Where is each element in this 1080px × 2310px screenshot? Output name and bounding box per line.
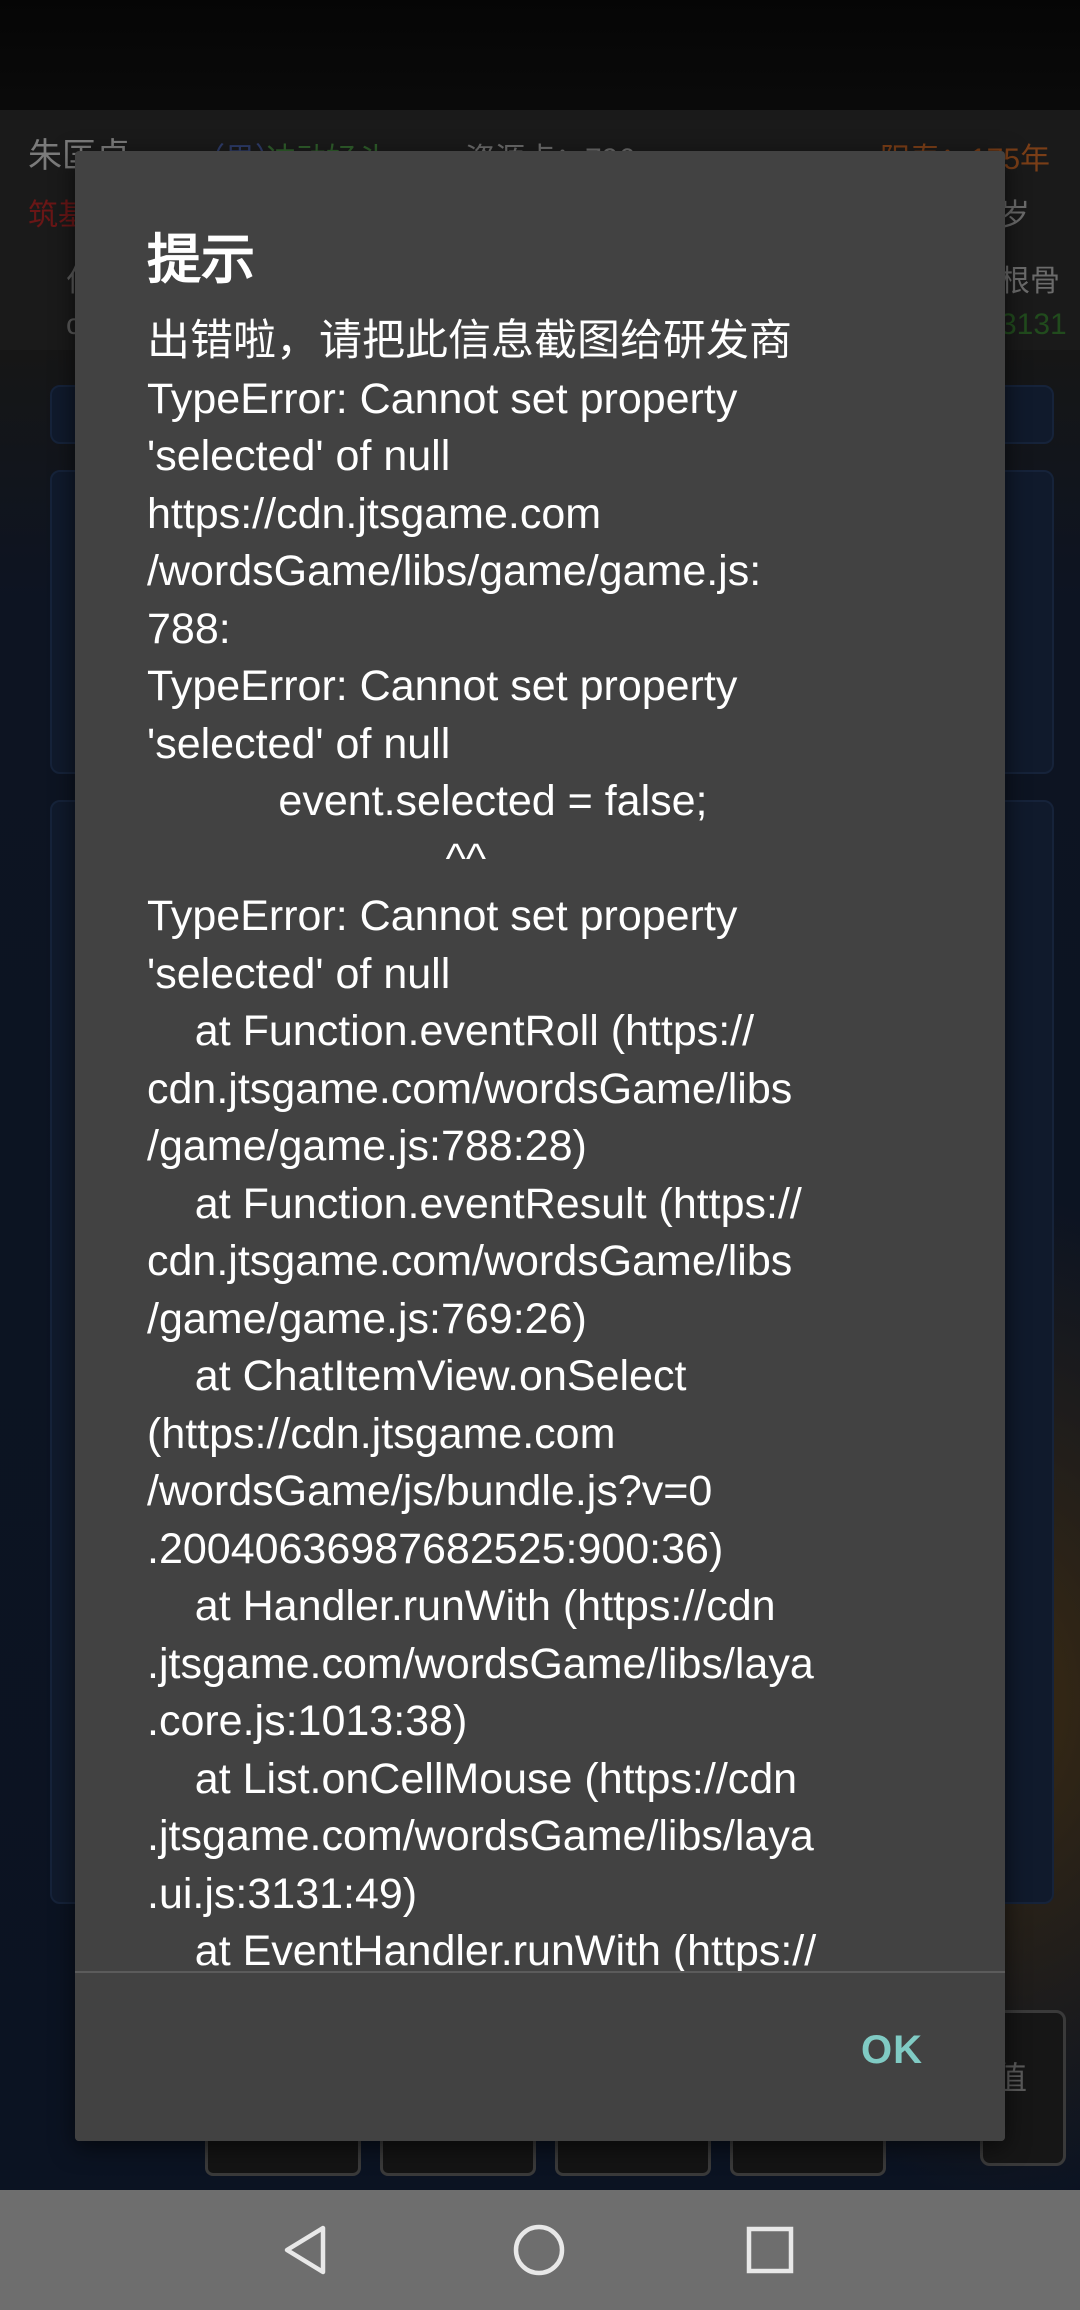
home-button[interactable] bbox=[509, 2220, 569, 2280]
ok-button[interactable]: OK bbox=[861, 2028, 923, 2073]
screen: 朱匡卓 （男） 冲动好斗 资源点：796 阳寿：175年 筑基 岁 根骨 313… bbox=[0, 0, 1080, 2310]
dialog-message-scroll[interactable]: 出错啦，请把此信息截图给研发商 TypeError: Cannot set pr… bbox=[147, 313, 947, 2123]
home-circle-icon bbox=[513, 2224, 565, 2276]
recents-square-icon bbox=[746, 2226, 794, 2274]
recents-button[interactable] bbox=[740, 2220, 800, 2280]
error-dialog: 提示 出错啦，请把此信息截图给研发商 TypeError: Cannot set… bbox=[75, 151, 1005, 2141]
dialog-title: 提示 bbox=[147, 230, 255, 290]
dialog-message: 出错啦，请把此信息截图给研发商 TypeError: Cannot set pr… bbox=[147, 317, 817, 1975]
back-button[interactable] bbox=[277, 2220, 337, 2280]
back-triangle-icon bbox=[284, 2225, 326, 2275]
navigation-bar bbox=[0, 2190, 1080, 2310]
dialog-footer: OK bbox=[75, 1973, 1005, 2141]
side-stat-label: 根骨 bbox=[1000, 265, 1060, 298]
side-stat-value: 3131 bbox=[1000, 308, 1067, 341]
